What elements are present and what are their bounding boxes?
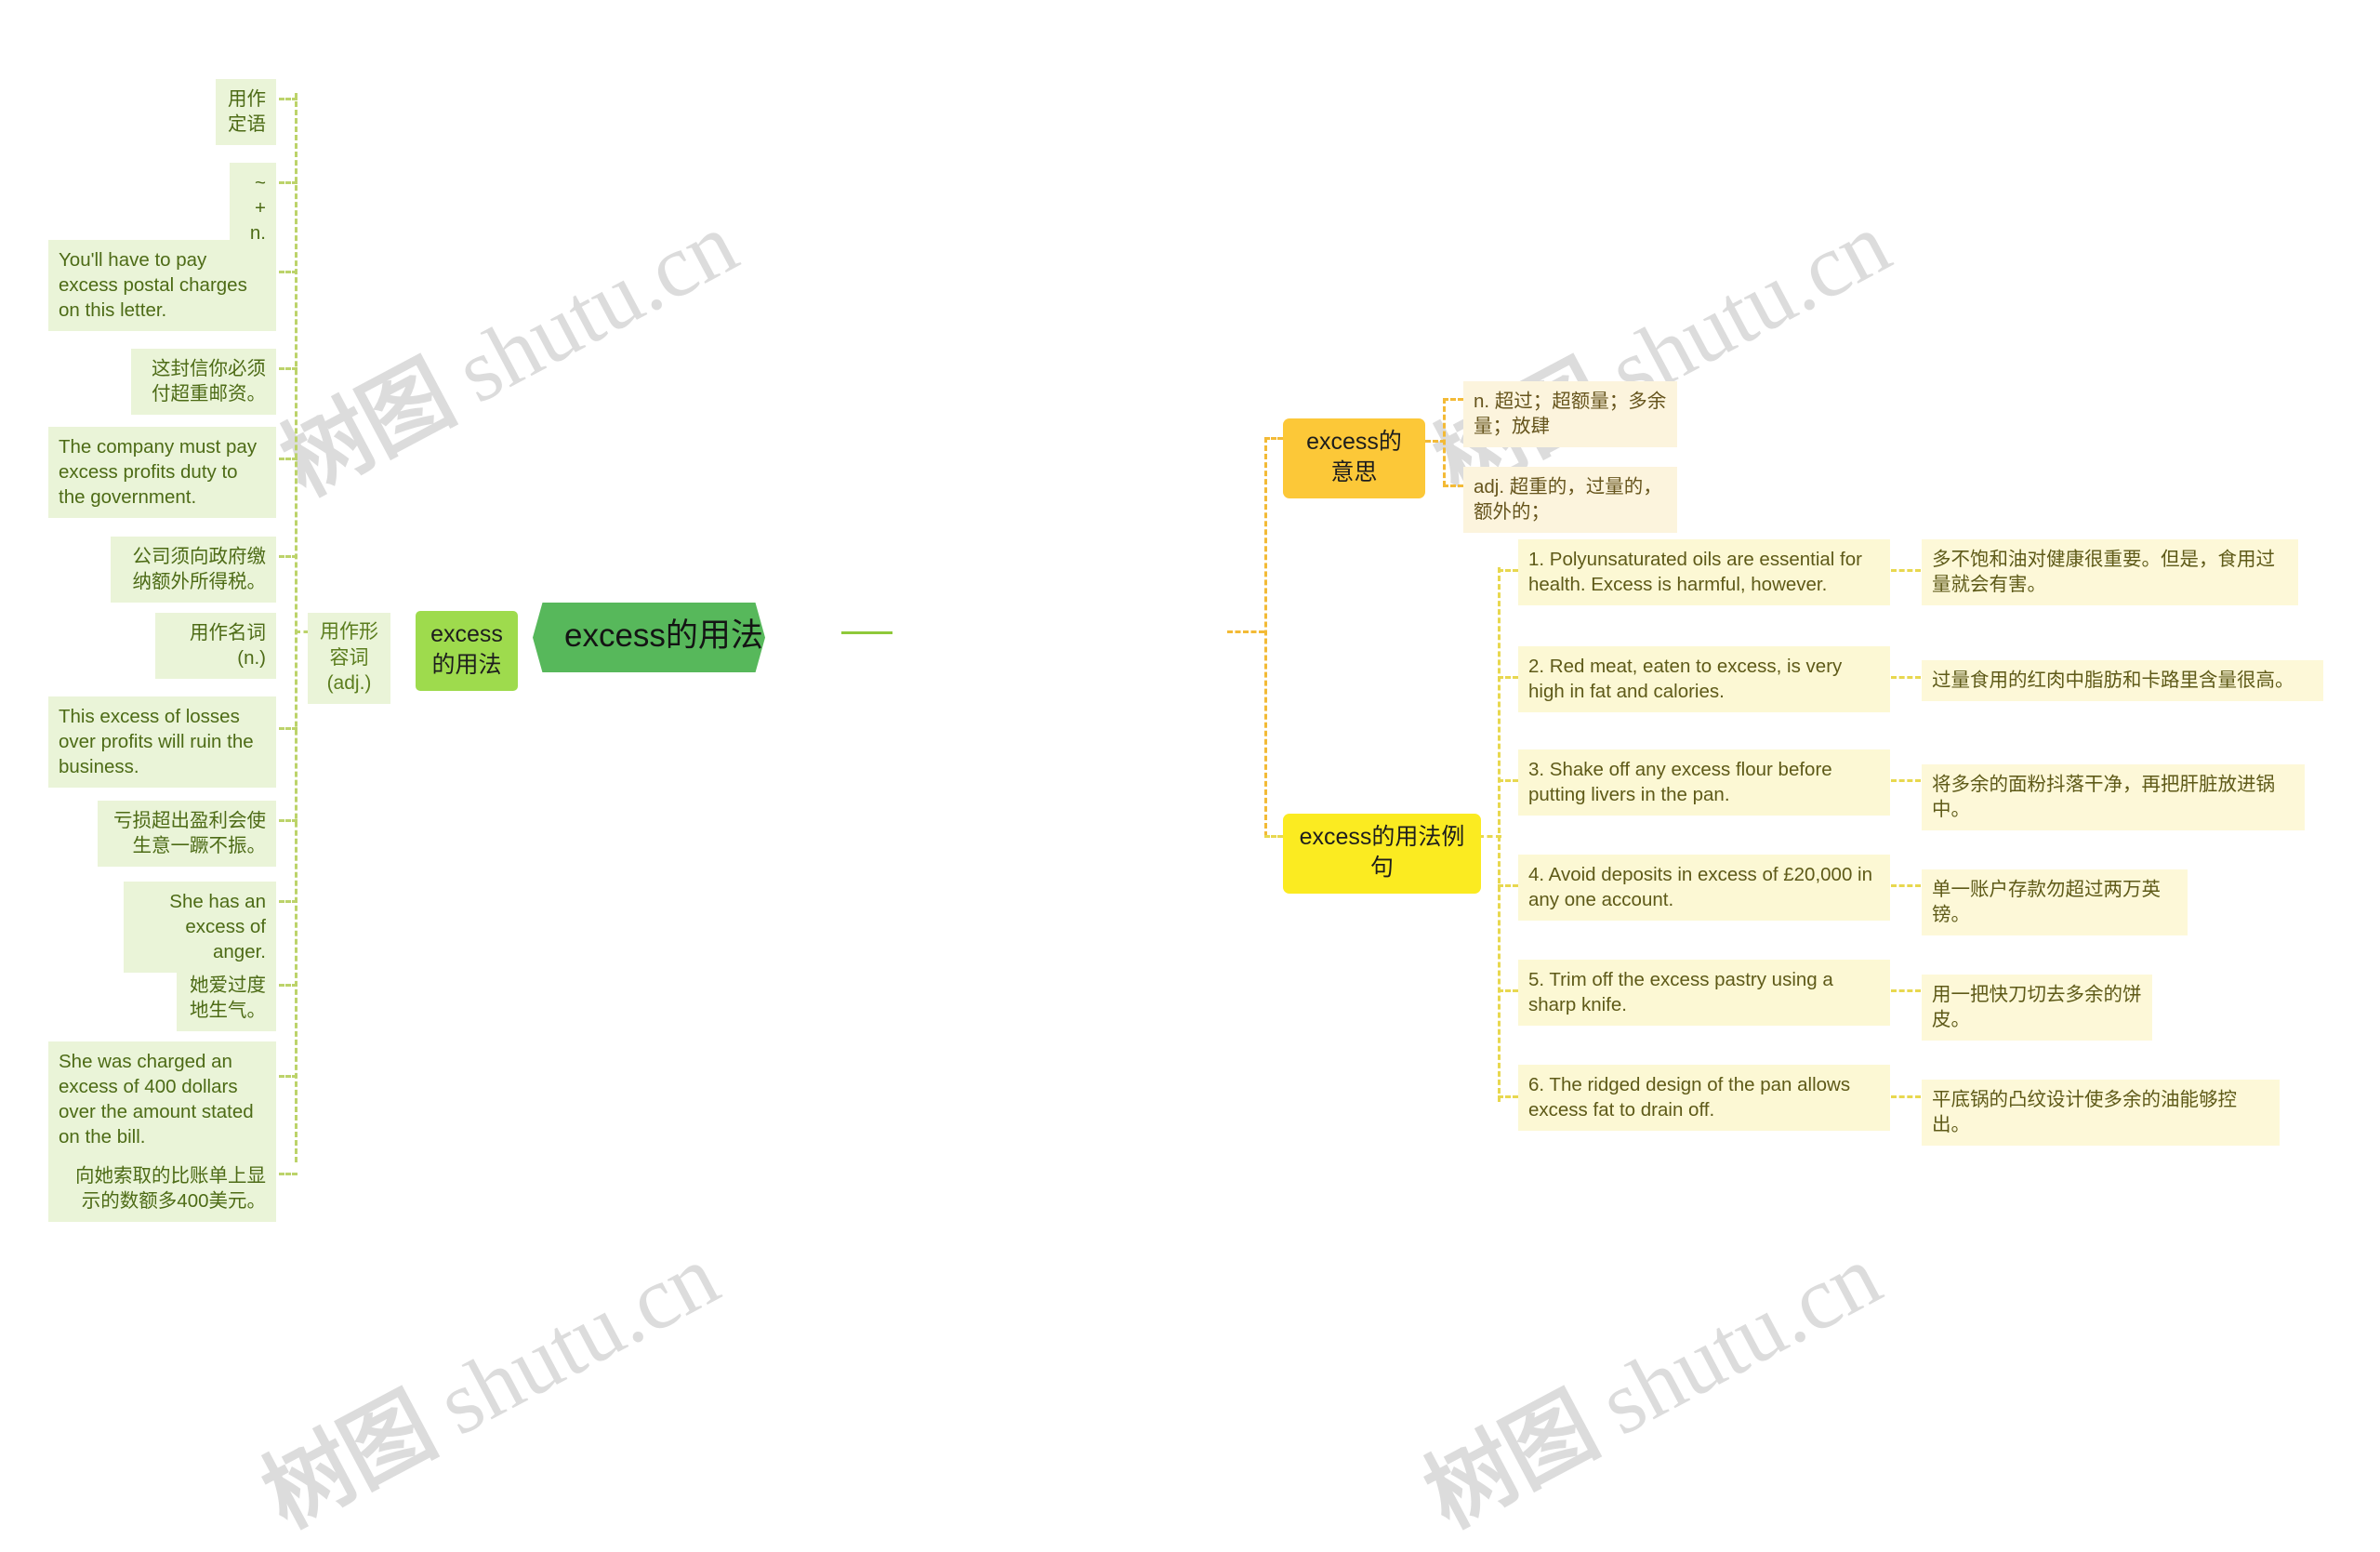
leaf-noun-example-2-en[interactable]: She has an excess of anger. [124, 882, 276, 974]
leaf-adj-example-1-en[interactable]: You'll have to pay excess postal charges… [48, 240, 276, 332]
examples-spine [1498, 567, 1501, 1102]
leaf-noun-example-1-zh[interactable]: 亏损超出盈利会使生意一蹶不振。 [98, 801, 276, 868]
watermark: 树图 shutu.cn [1408, 1225, 1896, 1548]
example-sentence-en[interactable]: 3. Shake off any excess flour before put… [1518, 749, 1890, 816]
leaf-stub [279, 271, 298, 273]
meaning-leaf-stub [1443, 484, 1463, 487]
leaf-adj-example-1-zh[interactable]: 这封信你必须付超重邮资。 [131, 349, 276, 416]
right-spine [1264, 437, 1267, 837]
example-stub [1498, 569, 1518, 572]
branch-excess-examples[interactable]: excess的用法例句 [1283, 814, 1481, 894]
translation-stub [1891, 676, 1921, 679]
leaf-stub [279, 181, 298, 184]
leaf-stub [279, 984, 298, 987]
leaf-adj-attributive[interactable]: 用作定语 [216, 79, 276, 146]
leaf-adj-example-2-en[interactable]: The company must pay excess profits duty… [48, 427, 276, 519]
leaf-stub [279, 727, 298, 730]
leaf-meaning-noun[interactable]: n. 超过；超额量；多余量；放肆 [1463, 381, 1677, 448]
example-sentence-en[interactable]: 1. Polyunsaturated oils are essential fo… [1518, 539, 1890, 606]
connector-central-right [1227, 630, 1264, 633]
leaf-stub [279, 1173, 298, 1175]
example-stub [1498, 989, 1518, 992]
connector-to-examples [1264, 835, 1283, 838]
example-sentence-zh[interactable]: 将多余的面粉抖落干净，再把肝脏放进锅中。 [1922, 764, 2305, 831]
example-sentence-en[interactable]: 2. Red meat, eaten to excess, is very hi… [1518, 646, 1890, 713]
example-sentence-en[interactable]: 6. The ridged design of the pan allows e… [1518, 1065, 1890, 1132]
group-label-adjective[interactable]: 用作形容词(adj.) [308, 613, 390, 705]
group-label-noun[interactable]: 用作名词(n.) [155, 613, 276, 680]
leaf-noun-example-3-zh[interactable]: 向她索取的比账单上显示的数额多400美元。 [48, 1156, 276, 1223]
meaning-connector [1425, 440, 1446, 443]
leaf-stub [279, 555, 298, 558]
connector-to-meaning [1264, 437, 1283, 440]
example-sentence-zh[interactable]: 单一账户存款勿超过两万英镑。 [1922, 869, 2188, 936]
leaf-stub [279, 900, 298, 903]
example-sentence-en[interactable]: 5. Trim off the excess pastry using a sh… [1518, 960, 1890, 1027]
example-stub [1498, 779, 1518, 782]
translation-stub [1891, 884, 1921, 887]
example-sentence-zh[interactable]: 平底锅的凸纹设计使多余的油能够控出。 [1922, 1080, 2280, 1147]
translation-stub [1891, 1095, 1921, 1098]
translation-stub [1891, 569, 1921, 572]
central-topic[interactable]: excess的用法总结大全 [533, 603, 765, 673]
leaf-adj-example-2-zh[interactable]: 公司须向政府缴纳额外所得税。 [111, 537, 276, 604]
leaf-stub [279, 1075, 298, 1078]
example-sentence-zh[interactable]: 用一把快刀切去多余的饼皮。 [1922, 975, 2152, 1041]
leaf-noun-example-3-en[interactable]: She was charged an excess of 400 dollars… [48, 1041, 276, 1159]
watermark: 树图 shutu.cn [246, 1225, 734, 1548]
meaning-leaf-stub [1443, 398, 1463, 401]
example-stub [1498, 676, 1518, 679]
leaf-stub [279, 367, 298, 370]
leaf-stub [279, 819, 298, 822]
connector-central-left [841, 631, 892, 634]
translation-stub [1891, 779, 1921, 782]
watermark: 树图 shutu.cn [265, 192, 752, 516]
examples-connector [1478, 835, 1501, 838]
meaning-spine [1443, 398, 1446, 486]
example-sentence-en[interactable]: 4. Avoid deposits in excess of £20,000 i… [1518, 855, 1890, 922]
leaf-stub [279, 98, 298, 100]
example-sentence-zh[interactable]: 多不饱和油对健康很重要。但是，食用过量就会有害。 [1922, 539, 2298, 606]
example-stub [1498, 884, 1518, 887]
mindmap-canvas: 树图 shutu.cn 树图 shutu.cn 树图 shutu.cn 树图 s… [0, 0, 2380, 1548]
leaf-stub [279, 458, 298, 460]
leaf-noun-example-1-en[interactable]: This excess of losses over profits will … [48, 696, 276, 789]
example-stub [1498, 1095, 1518, 1098]
left-leaves-spine [295, 93, 298, 1162]
translation-stub [1891, 989, 1921, 992]
example-sentence-zh[interactable]: 过量食用的红肉中脂肪和卡路里含量很高。 [1922, 660, 2323, 702]
leaf-noun-example-2-zh[interactable]: 她爱过度地生气。 [177, 965, 276, 1032]
branch-excess-meaning[interactable]: excess的意思 [1283, 418, 1425, 498]
branch-excess-usage[interactable]: excess的用法 [416, 611, 518, 691]
leaf-meaning-adjective[interactable]: adj. 超重的，过量的，额外的； [1463, 467, 1677, 534]
